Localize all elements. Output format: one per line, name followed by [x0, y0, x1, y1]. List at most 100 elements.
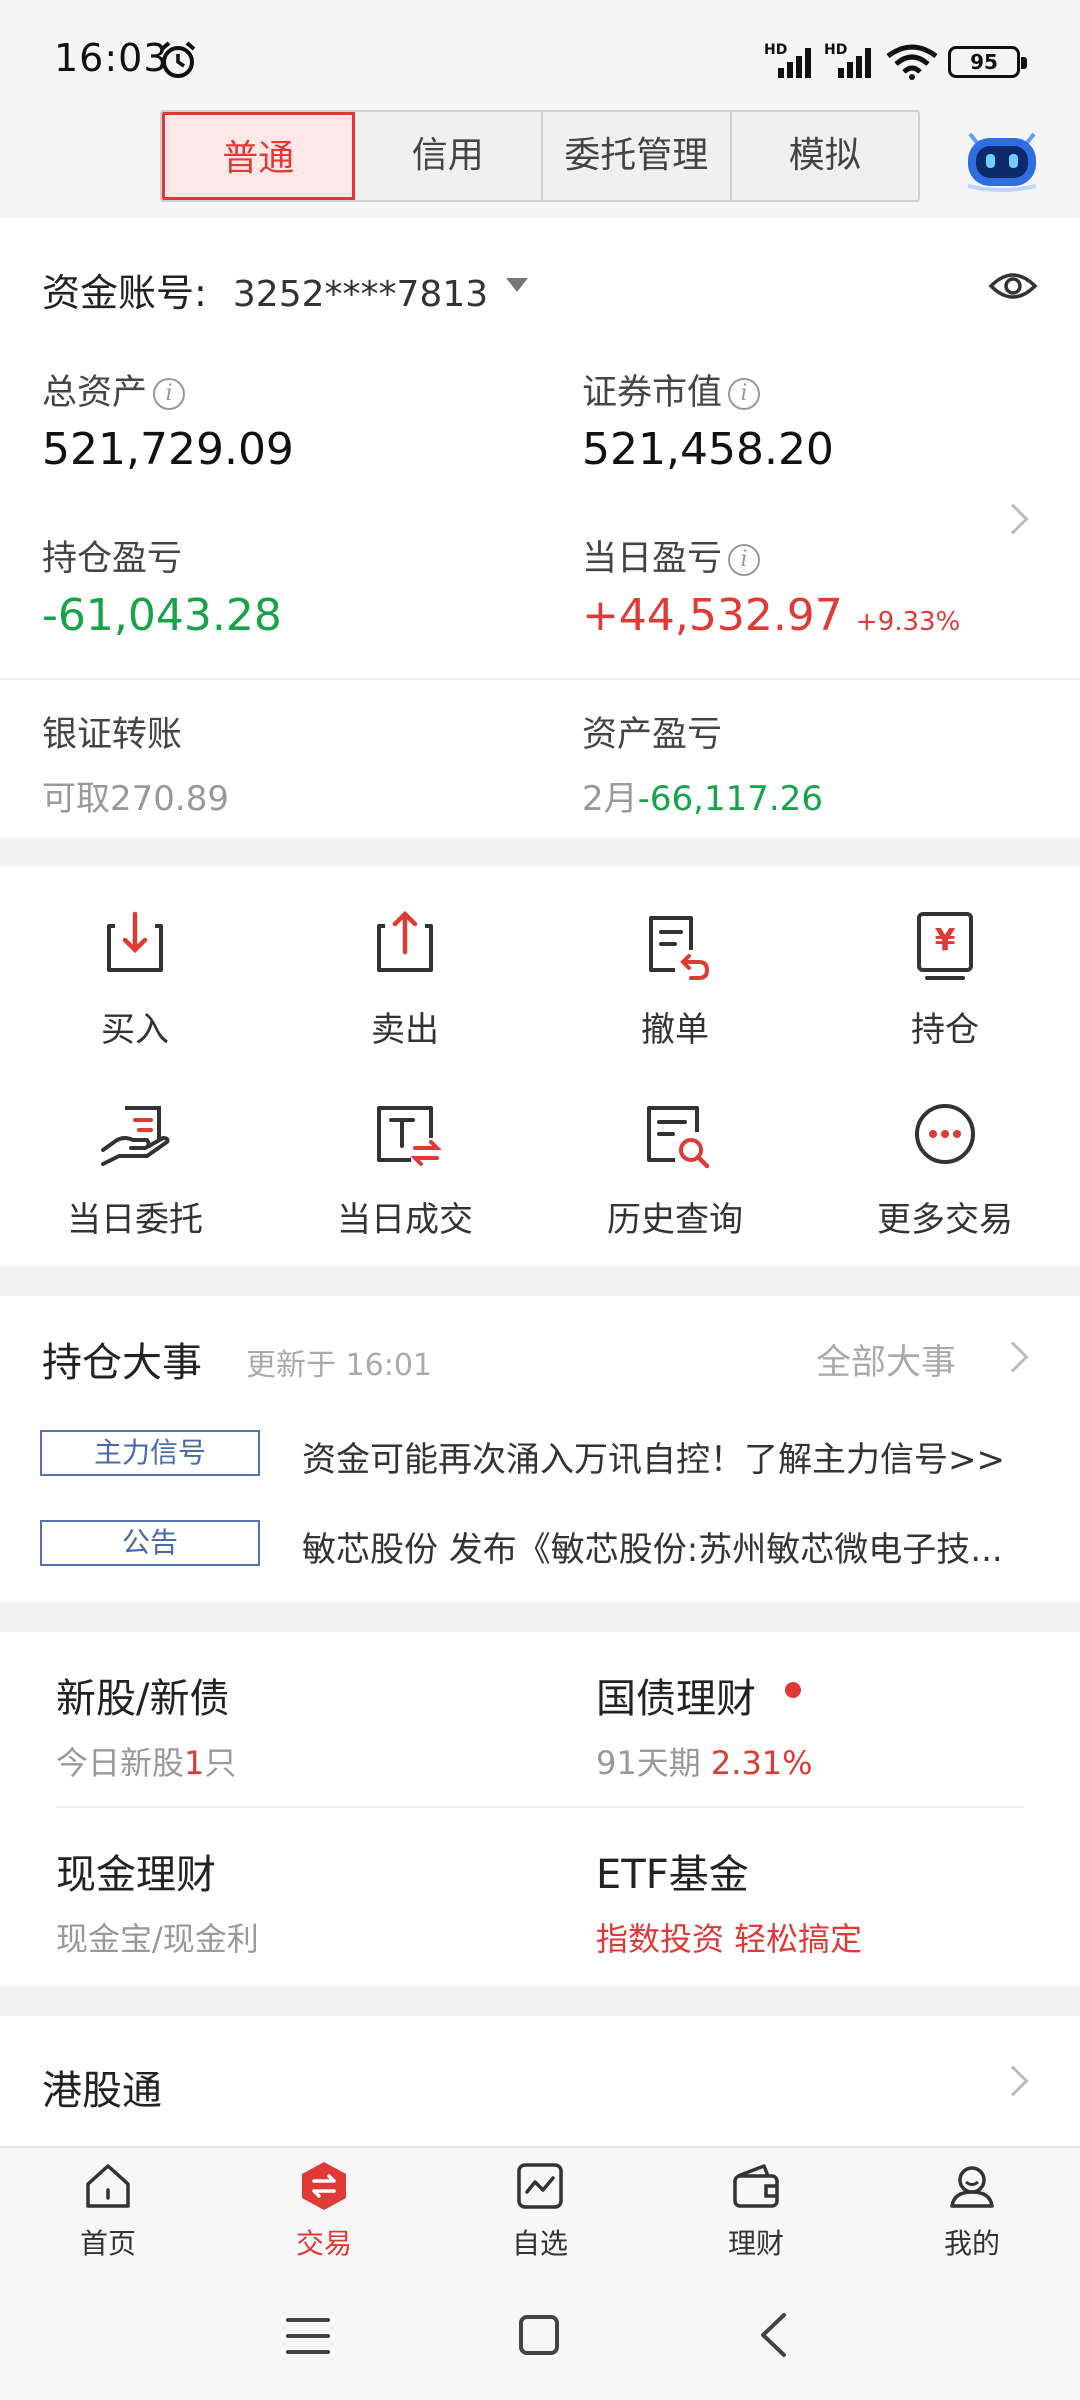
- ipo-sub-prefix: 今日新股: [56, 1744, 185, 1782]
- sell-icon: [377, 910, 433, 972]
- cash-title: 现金理财: [56, 1852, 216, 1898]
- all-news-link[interactable]: 全部大事: [816, 1334, 956, 1385]
- asset-pl-row: 2月-66,117.26: [582, 771, 1042, 820]
- total-assets-label: 总资产: [42, 373, 148, 413]
- info-icon[interactable]: i: [728, 544, 761, 576]
- action-today-deals[interactable]: 当日成交: [270, 1094, 540, 1241]
- market-value-label-row: 证券市值 i: [582, 364, 761, 415]
- nav-profile[interactable]: 我的: [864, 2148, 1080, 2280]
- news-tag: 公告: [40, 1520, 260, 1566]
- history-query-icon: [647, 1106, 710, 1169]
- etf-subtitle: 指数投资 轻松搞定: [596, 1920, 863, 1958]
- action-buy[interactable]: 买入: [0, 904, 270, 1051]
- withdrawable-prefix: 可取: [42, 779, 110, 819]
- battery-indicator: 95: [948, 46, 1027, 78]
- position-pl-label: 持仓盈亏: [42, 539, 183, 579]
- nav-label: 交易: [295, 2227, 352, 2260]
- nav-label: 我的: [943, 2227, 1000, 2260]
- market-value-value: 521,458.20: [582, 424, 834, 475]
- action-today-orders[interactable]: 当日委托: [0, 1094, 270, 1241]
- action-label: 当日委托: [67, 1200, 203, 1240]
- ipo-count: 1: [184, 1744, 205, 1782]
- home-square-icon[interactable]: [518, 2314, 560, 2356]
- svg-text:¥: ¥: [935, 923, 956, 958]
- asset-pl-entry[interactable]: 资产盈亏 2月-66,117.26: [582, 706, 1042, 820]
- action-label: 买入: [101, 1010, 169, 1050]
- cash-management-entry[interactable]: 现金理财 现金宝/现金利: [56, 1842, 536, 1960]
- nav-home[interactable]: 首页: [0, 2148, 216, 2280]
- home-icon: [86, 2164, 130, 2208]
- nav-watchlist[interactable]: 自选: [432, 2148, 648, 2280]
- action-label: 卖出: [371, 1010, 439, 1050]
- buy-icon: [107, 911, 163, 972]
- asset-pl-month: 2月: [582, 779, 638, 819]
- tab-simulation[interactable]: 模拟: [732, 112, 919, 200]
- cancel-order-icon: [649, 916, 710, 980]
- account-label: 资金账号:: [42, 271, 207, 315]
- asset-pl-label: 资产盈亏: [582, 715, 723, 755]
- info-icon[interactable]: i: [153, 378, 186, 410]
- action-holdings[interactable]: ¥ 持仓: [810, 904, 1080, 1051]
- etf-fund-entry[interactable]: ETF基金 指数投资 轻松搞定: [596, 1842, 1056, 1960]
- wifi-icon: [886, 44, 938, 80]
- tab-credit[interactable]: 信用: [355, 112, 543, 200]
- trade-icon: [302, 2162, 346, 2210]
- profile-icon: [950, 2166, 994, 2208]
- nav-trade[interactable]: 交易: [216, 2148, 432, 2280]
- bond-entry[interactable]: 国债理财 91天期 2.31%: [596, 1666, 1056, 1784]
- news-title: 持仓大事: [42, 1340, 202, 1386]
- news-item[interactable]: 资金可能再次涌入万讯自控！了解主力信号>>: [302, 1432, 1042, 1481]
- holdings-icon: ¥: [917, 912, 973, 980]
- bond-term: 91天期: [596, 1744, 701, 1782]
- nav-label: 理财: [727, 2227, 784, 2260]
- action-label: 更多交易: [877, 1200, 1013, 1240]
- bond-subtitle: 91天期 2.31%: [596, 1738, 1056, 1784]
- robot-assistant-icon[interactable]: [962, 120, 1042, 192]
- status-time: 16:03: [54, 36, 169, 80]
- cell-signal-1-icon: HD: [764, 42, 818, 78]
- market-value-label: 证券市值: [582, 373, 723, 413]
- bottom-nav: 首页 交易 自选 理财 我的: [0, 2146, 1080, 2280]
- alarm-icon: [160, 41, 196, 78]
- action-label: 历史查询: [607, 1200, 743, 1240]
- menu-icon[interactable]: [286, 2316, 330, 2356]
- hk-connect-title: 港股通: [42, 2068, 162, 2114]
- withdrawable-value: 270.89: [110, 779, 229, 819]
- eye-visibility-icon[interactable]: [988, 266, 1038, 306]
- divider: [56, 1806, 1024, 1808]
- cash-subtitle: 现金宝/现金利: [56, 1920, 259, 1958]
- account-type-tabs: 普通 信用 委托管理 模拟: [160, 110, 920, 202]
- ipo-entry[interactable]: 新股/新债 今日新股1只: [56, 1666, 536, 1784]
- tab-order-management[interactable]: 委托管理: [543, 112, 732, 200]
- etf-title: ETF基金: [596, 1852, 749, 1898]
- bond-rate: 2.31%: [710, 1744, 813, 1782]
- daily-pl-label: 当日盈亏: [582, 539, 723, 579]
- action-sell[interactable]: 卖出: [270, 904, 540, 1051]
- info-icon[interactable]: i: [728, 378, 761, 410]
- red-dot-badge: [784, 1681, 801, 1698]
- hk-connect-row[interactable]: [0, 2016, 1080, 2146]
- action-history-query[interactable]: 历史查询: [540, 1094, 810, 1241]
- nav-wealth[interactable]: 理财: [648, 2148, 864, 2280]
- bond-title: 国债理财: [596, 1676, 756, 1722]
- news-updated-time: 更新于 16:01: [246, 1348, 432, 1383]
- back-icon[interactable]: [758, 2312, 788, 2358]
- action-label: 持仓: [911, 1010, 979, 1050]
- daily-pl-row: +44,532.97 +9.33%: [582, 590, 960, 641]
- account-selector[interactable]: 资金账号: 3252****7813: [42, 262, 488, 317]
- tab-normal[interactable]: 普通: [162, 112, 355, 200]
- bank-transfer-entry[interactable]: 银证转账 可取270.89: [42, 706, 522, 820]
- today-orders-icon: [101, 1106, 170, 1166]
- account-number: 3252****7813: [232, 274, 489, 315]
- action-cancel-order[interactable]: 撤单: [540, 904, 810, 1051]
- account-dropdown-caret-icon[interactable]: [506, 278, 528, 292]
- today-deals-icon: [377, 1106, 442, 1166]
- watchlist-chart-icon: [517, 2163, 563, 2209]
- ipo-title: 新股/新债: [56, 1676, 230, 1722]
- bank-transfer-label: 银证转账: [42, 715, 183, 755]
- action-label: 当日成交: [337, 1200, 473, 1240]
- news-item[interactable]: 敏芯股份 发布《敏芯股份:苏州敏芯微电子技...: [302, 1522, 1042, 1571]
- action-more-trade[interactable]: 更多交易: [810, 1094, 1080, 1241]
- total-assets-value: 521,729.09: [42, 424, 294, 475]
- nav-label: 自选: [511, 2227, 568, 2260]
